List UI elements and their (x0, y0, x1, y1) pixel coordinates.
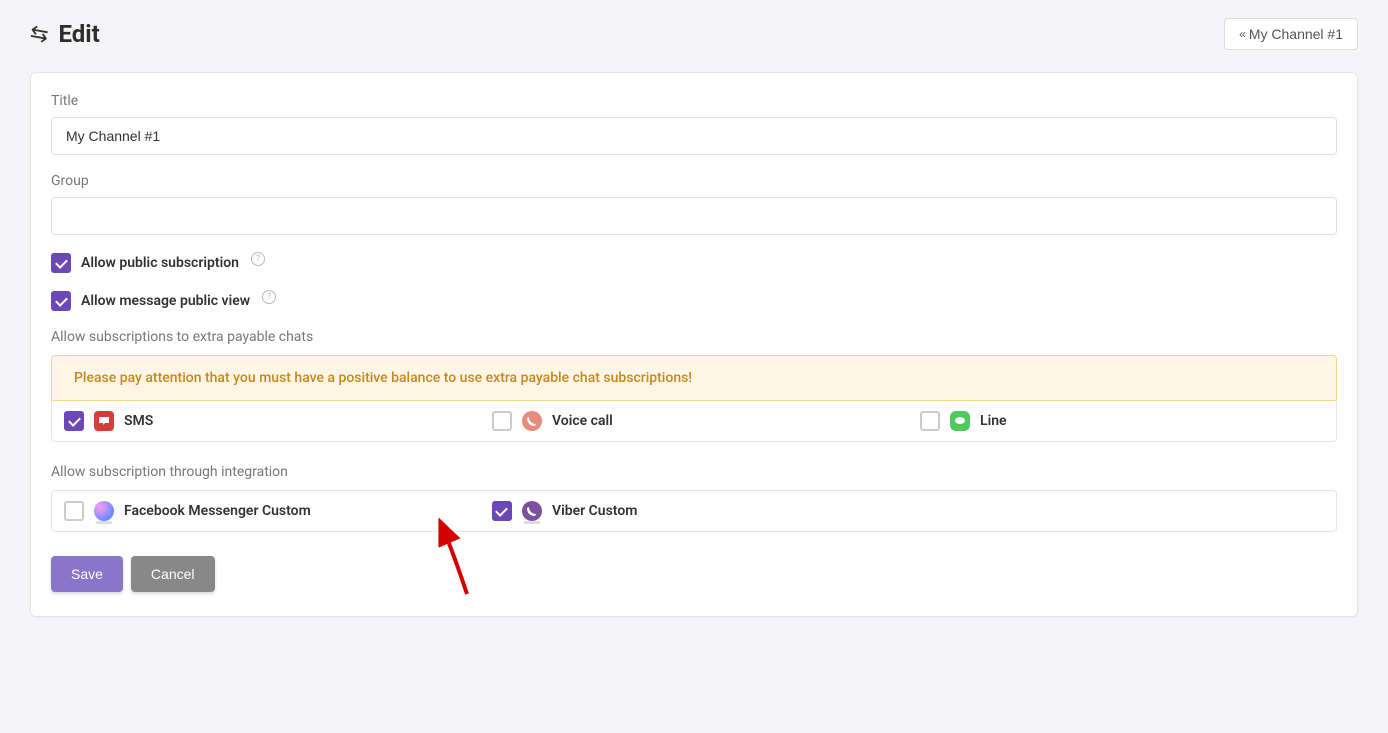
group-group: Group (51, 173, 1337, 235)
group-label: Group (51, 173, 1337, 189)
title-label: Title (51, 93, 1337, 109)
edit-form-card: Title Group Allow public subscription ? … (30, 72, 1358, 617)
sms-icon (94, 411, 114, 431)
allow-message-public-view-label: Allow message public view (81, 293, 250, 309)
allow-public-subscription-checkbox[interactable] (51, 253, 71, 273)
viber-label: Viber Custom (552, 503, 637, 519)
payable-section-label: Allow subscriptions to extra payable cha… (51, 329, 1337, 345)
line-label: Line (980, 413, 1007, 429)
messenger-icon (94, 501, 114, 521)
viber-checkbox[interactable] (492, 501, 512, 521)
page-title: Edit (58, 20, 99, 48)
voice-checkbox[interactable] (492, 411, 512, 431)
help-icon[interactable]: ? (262, 290, 276, 304)
payable-option-line: Line (908, 401, 1336, 441)
sms-label: SMS (124, 413, 153, 429)
integration-option-viber: Viber Custom (480, 491, 908, 531)
allow-public-subscription-label: Allow public subscription (81, 255, 239, 271)
breadcrumb-label: My Channel #1 (1249, 26, 1343, 42)
title-group: Title (51, 93, 1337, 155)
voice-label: Voice call (552, 413, 613, 429)
line-icon (950, 411, 970, 431)
allow-message-public-view-row: Allow message public view ? (51, 291, 1337, 311)
cancel-button[interactable]: Cancel (131, 556, 215, 592)
page-header: ⇄ Edit « My Channel #1 (0, 0, 1388, 62)
viber-icon (522, 501, 542, 521)
chevron-left-double-icon: « (1239, 27, 1243, 41)
integration-section-label: Allow subscription through integration (51, 464, 1337, 480)
payable-warning: Please pay attention that you must have … (51, 355, 1337, 401)
button-row: Save Cancel (51, 556, 1337, 592)
payable-option-sms: SMS (52, 401, 480, 441)
phone-icon (522, 411, 542, 431)
page-title-wrap: ⇄ Edit (30, 20, 100, 48)
payable-options-grid: SMS Voice call Line (51, 401, 1337, 442)
allow-public-subscription-row: Allow public subscription ? (51, 253, 1337, 273)
fb-messenger-checkbox[interactable] (64, 501, 84, 521)
save-button[interactable]: Save (51, 556, 123, 592)
group-input[interactable] (51, 197, 1337, 235)
title-input[interactable] (51, 117, 1337, 155)
payable-option-voice: Voice call (480, 401, 908, 441)
help-icon[interactable]: ? (251, 252, 265, 266)
fb-messenger-label: Facebook Messenger Custom (124, 503, 311, 519)
integration-option-fb: Facebook Messenger Custom (52, 491, 480, 531)
breadcrumb-button[interactable]: « My Channel #1 (1224, 18, 1358, 50)
sms-checkbox[interactable] (64, 411, 84, 431)
integration-options-grid: Facebook Messenger Custom Viber Custom (51, 490, 1337, 532)
line-checkbox[interactable] (920, 411, 940, 431)
allow-message-public-view-checkbox[interactable] (51, 291, 71, 311)
swap-arrows-icon: ⇄ (28, 20, 50, 48)
